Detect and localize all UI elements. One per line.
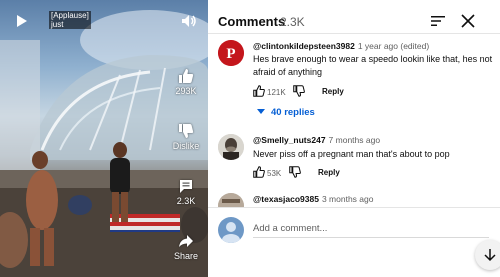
comment-timestamp[interactable]: 1 year ago (edited) xyxy=(358,41,429,51)
comment-author[interactable]: @clintonkildepsteen3982 xyxy=(253,41,355,51)
comments-title: Comments xyxy=(218,14,286,29)
play-icon[interactable] xyxy=(16,14,28,28)
comment-author[interactable]: @texasjaco9385 xyxy=(253,194,319,204)
arrow-down-icon xyxy=(484,249,496,262)
comment-text: Never piss off a pregnant man that's abo… xyxy=(253,149,450,159)
user-avatar-icon xyxy=(222,222,240,243)
close-icon[interactable] xyxy=(461,14,475,28)
like-count: 293K xyxy=(175,86,197,96)
comment-timestamp[interactable]: 7 months ago xyxy=(329,135,381,145)
closed-caption: [Applause] just xyxy=(49,11,91,29)
comment-icon xyxy=(180,180,192,193)
caption-line: [Applause] xyxy=(51,11,89,20)
volume-icon[interactable] xyxy=(181,13,197,29)
comment-header: @texasjaco9385 3 months ago xyxy=(253,194,373,204)
avatar-logo-icon: P xyxy=(218,40,244,66)
comments-header: Comments 2.3K xyxy=(208,0,500,40)
replies-count: 40 replies xyxy=(271,107,315,118)
add-comment-bar xyxy=(208,207,500,277)
comment-thread: P @clintonkildepsteen3982 1 year ago (edi… xyxy=(208,38,500,128)
dislike-button[interactable]: Dislike xyxy=(164,123,208,152)
avatar-portrait-icon xyxy=(218,134,244,160)
thumbs-down-icon xyxy=(179,124,194,138)
thumbs-down-icon[interactable] xyxy=(293,85,305,97)
like-count: 121K xyxy=(267,88,286,97)
scroll-down-button[interactable] xyxy=(475,240,500,270)
chevron-down-icon xyxy=(257,109,265,114)
thumbs-up-icon[interactable] xyxy=(253,166,265,178)
like-button[interactable]: 293K xyxy=(164,68,208,97)
header-divider xyxy=(208,33,500,34)
comment-header: @clintonkildepsteen3982 1 year ago (edite… xyxy=(253,41,429,51)
comment-thread: @texasjaco9385 3 months ago xyxy=(208,191,500,219)
avatar[interactable] xyxy=(218,134,244,160)
comment-actions: 53K Reply xyxy=(253,166,453,182)
comment-author[interactable]: @Smelly_nuts247 xyxy=(253,135,326,145)
avatar[interactable]: P xyxy=(218,40,244,66)
comment-header: @Smelly_nuts247 7 months ago xyxy=(253,135,380,145)
thumbs-up-icon xyxy=(179,69,194,83)
comment-timestamp[interactable]: 3 months ago xyxy=(322,194,374,204)
share-button[interactable]: Share xyxy=(164,233,208,262)
share-label: Share xyxy=(173,251,199,261)
like-count: 53K xyxy=(267,169,282,178)
comments-count: 2.3K xyxy=(280,15,305,29)
reply-button[interactable]: Reply xyxy=(318,168,340,177)
video-player[interactable]: [Applause] just 293K Dislike 2.3K Share xyxy=(0,0,208,277)
caption-line: just xyxy=(51,20,64,29)
comment-text: Hes brave enough to wear a speedo lookin… xyxy=(253,54,493,77)
comment-input[interactable] xyxy=(253,220,489,238)
comment-count: 2.3K xyxy=(176,196,196,206)
reply-button[interactable]: Reply xyxy=(322,87,344,96)
comments-panel: Comments 2.3K P @clintonkildepsteen3982 1… xyxy=(208,0,500,277)
user-avatar[interactable] xyxy=(218,217,244,243)
sort-icon[interactable] xyxy=(431,15,445,27)
thumbs-down-icon[interactable] xyxy=(289,166,301,178)
share-icon xyxy=(179,235,193,247)
dislike-label: Dislike xyxy=(172,141,200,151)
thumbs-up-icon[interactable] xyxy=(253,85,265,97)
comments-button[interactable]: 2.3K xyxy=(164,178,208,207)
comment-thread: @Smelly_nuts247 7 months ago Never piss o… xyxy=(208,132,500,187)
avatar-letter: P xyxy=(226,46,235,62)
comment-actions: 121K Reply xyxy=(253,85,453,101)
